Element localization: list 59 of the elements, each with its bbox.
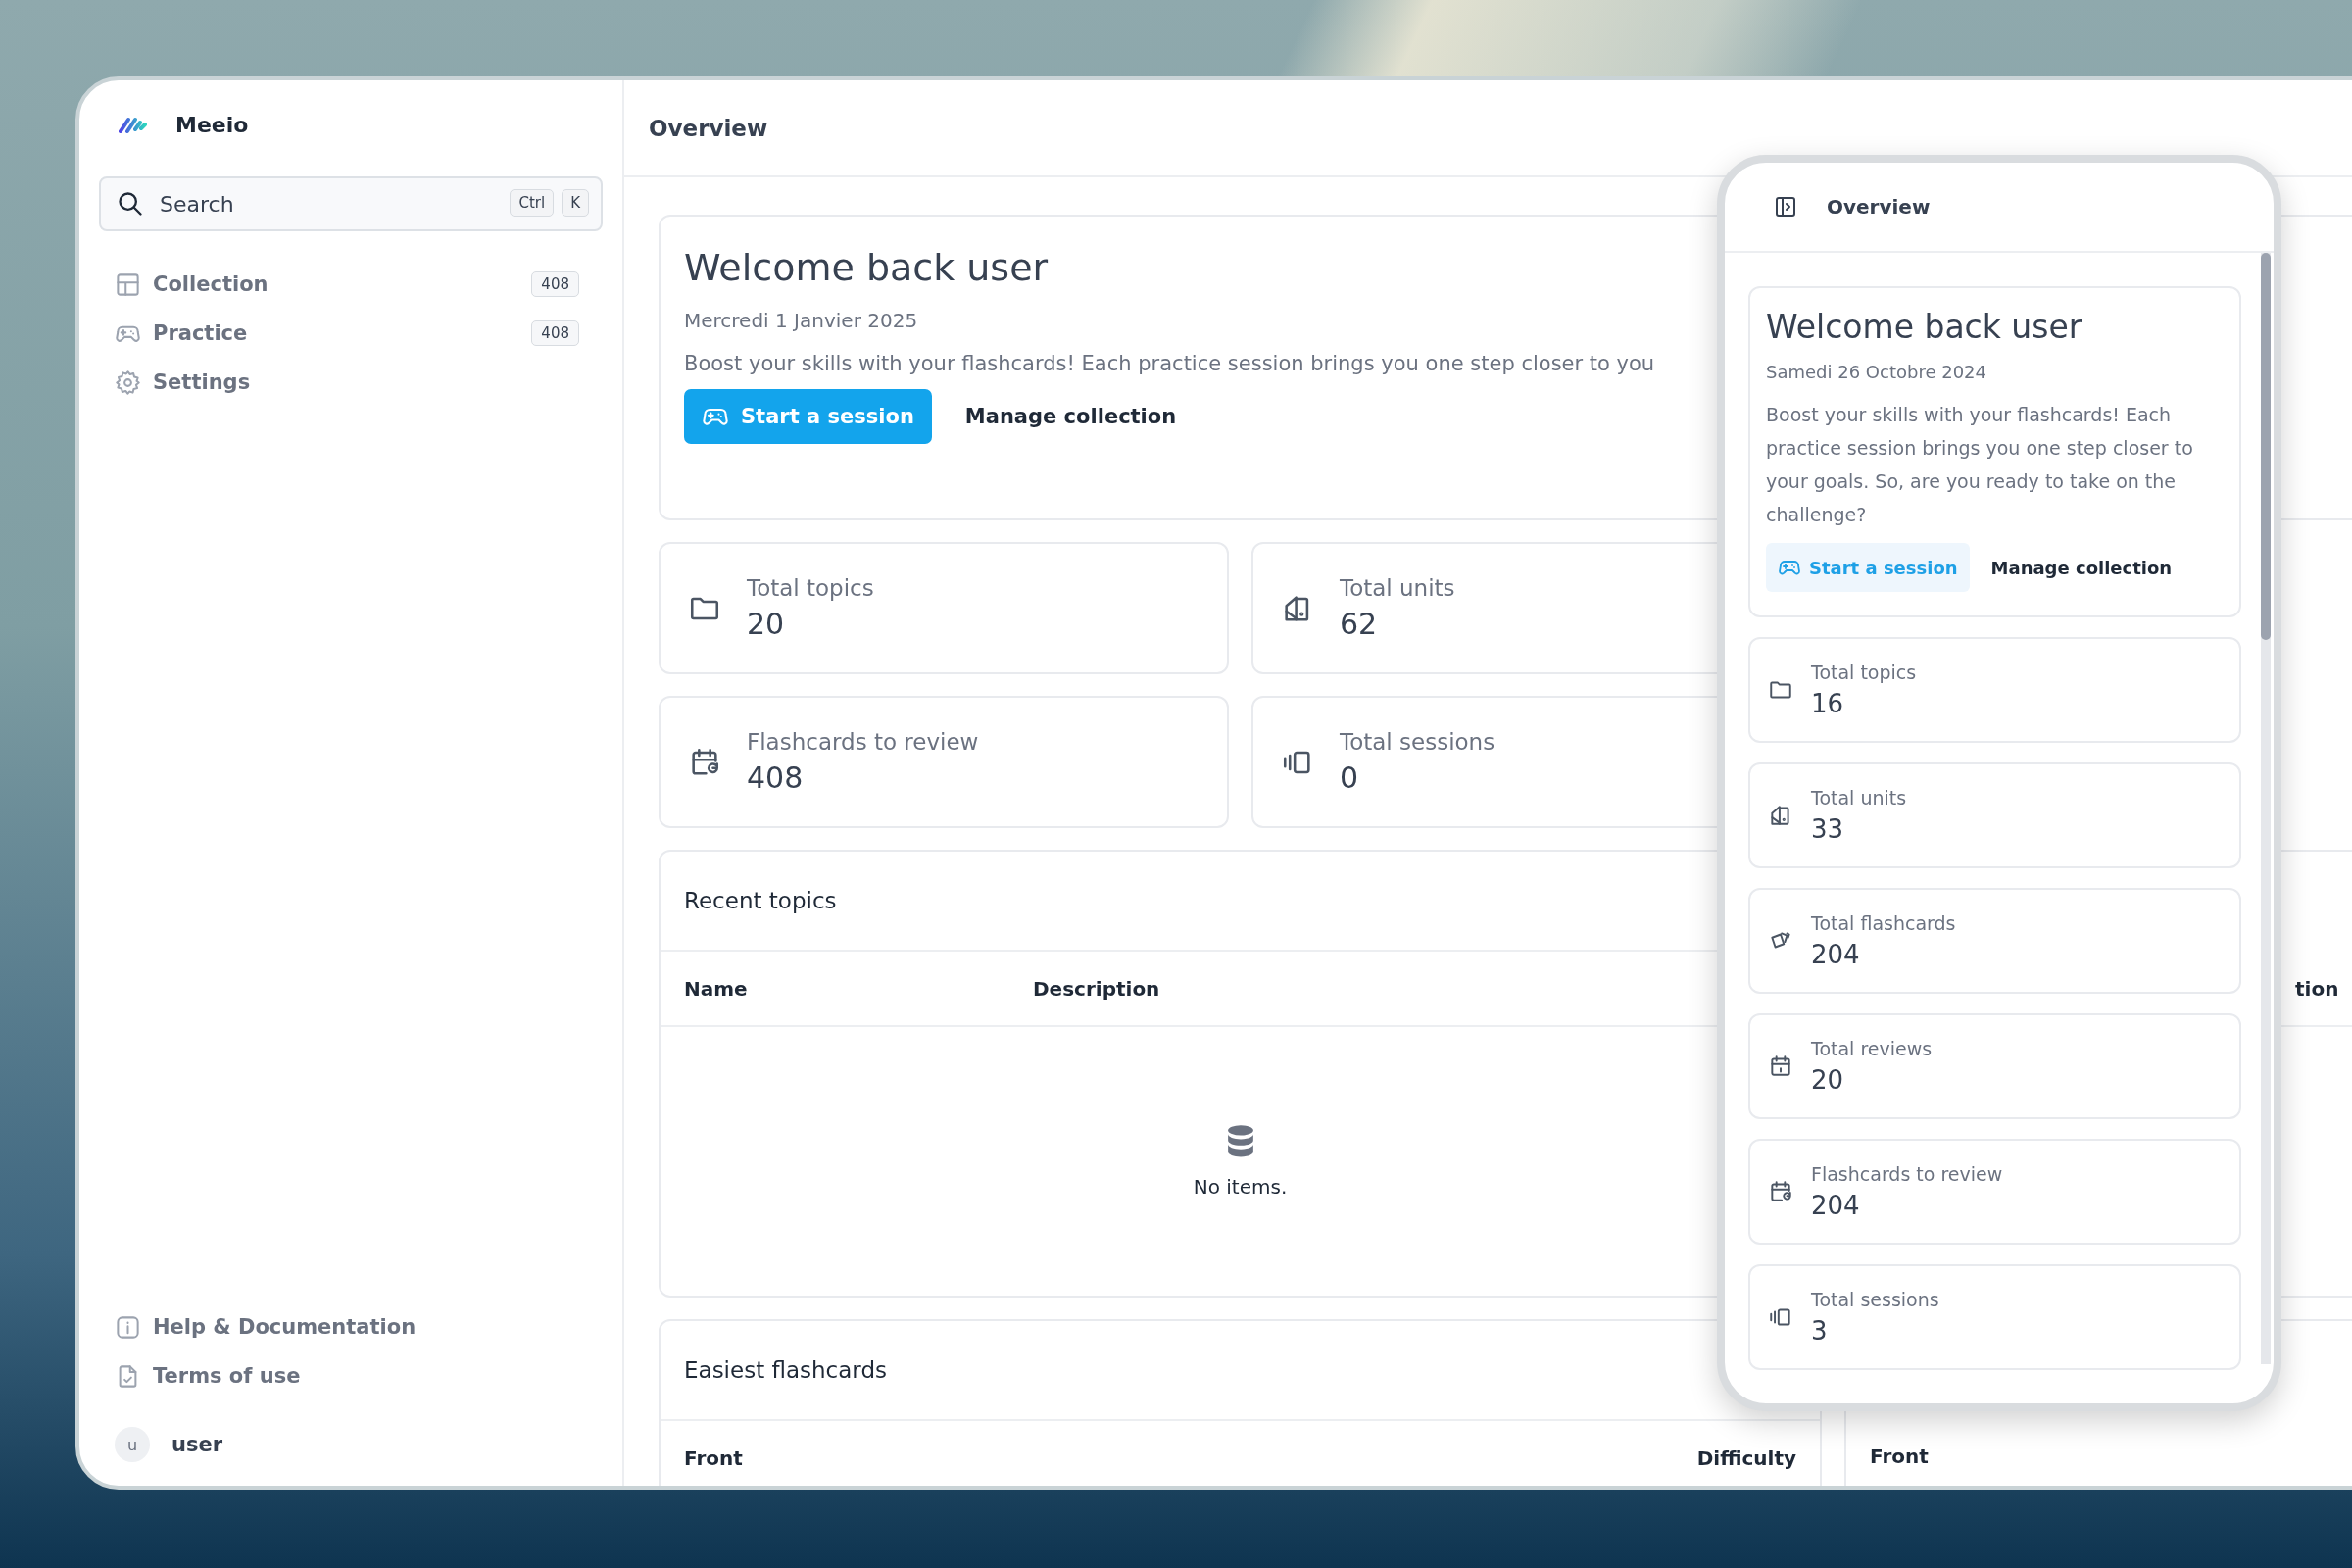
column-header: Name: [684, 976, 749, 1001]
sidebar-toggle-icon[interactable]: [1774, 195, 1797, 219]
info-icon: [115, 1313, 141, 1341]
nav-item[interactable]: Settings: [99, 361, 603, 404]
column-header: Front: [1870, 1444, 1929, 1468]
stat-value: 408: [747, 760, 805, 795]
count-badge: 408: [531, 271, 579, 297]
column-header: Front: [684, 1446, 743, 1470]
stat-value: 33: [1811, 814, 1845, 844]
shortcut-key: Ctrl: [510, 189, 555, 217]
user-name: user: [172, 1433, 223, 1456]
stat-label: Total reviews: [1811, 1038, 1933, 1059]
start-session-button[interactable]: Start a session: [684, 389, 932, 444]
footer-link[interactable]: Terms of use: [99, 1354, 603, 1397]
stat-value: 16: [1811, 689, 1845, 718]
stat-value: 3: [1811, 1316, 1829, 1346]
stat-label: Total units: [1811, 787, 1907, 808]
nav-item[interactable]: Collection 408: [99, 263, 603, 306]
stat-value: 20: [747, 607, 786, 641]
table-icon: [115, 270, 141, 298]
stat-value: 20: [1811, 1065, 1845, 1095]
stat-label: Total units: [1340, 575, 1455, 601]
logo-icon: [119, 115, 148, 134]
settings-icon: [115, 368, 141, 396]
nav-item[interactable]: Practice 408: [99, 312, 603, 355]
start-session-button[interactable]: Start a session: [1766, 543, 1970, 592]
date-text: Mercredi 1 Janvier 2025: [684, 309, 918, 332]
shortcut-key: K: [562, 189, 589, 217]
manage-collection-button[interactable]: Manage collection: [956, 405, 1185, 428]
stat-value: 204: [1811, 1191, 1861, 1220]
calendar-refresh-icon: [1768, 1179, 1793, 1204]
footer-link[interactable]: Help & Documentation: [99, 1305, 603, 1348]
column-header: Difficulty: [1696, 1446, 1796, 1470]
column-header: tion: [2295, 976, 2339, 1001]
app-name: Meeio: [175, 112, 249, 137]
welcome-message: Boost your skills with your flashcards! Each practice session brings you one step closer to your goals. So, are you ready to take on the challenge?: [1766, 403, 2194, 527]
date-text: Samedi 26 Octobre 2024: [1766, 362, 1987, 382]
search-icon: [117, 190, 144, 218]
count-badge: 408: [531, 320, 579, 346]
user-avatar[interactable]: u: [115, 1427, 150, 1462]
stat-label: Total topics: [747, 575, 874, 601]
stat-label: Total sessions: [1340, 729, 1495, 755]
page-title: Overview: [1827, 195, 1931, 219]
column-header: Description: [1033, 976, 1160, 1001]
stat-label: Total topics: [1811, 662, 1917, 683]
stat-label: Flashcards to review: [1811, 1163, 2003, 1185]
welcome-title: Welcome back user: [1766, 308, 2083, 346]
empty-message: No items.: [1193, 1175, 1288, 1199]
page-title: Overview: [649, 115, 768, 141]
welcome-title: Welcome back user: [684, 246, 1049, 289]
stat-label: Flashcards to review: [747, 729, 979, 755]
welcome-message: Boost your skills with your flashcards! Each practice session brings you one step closer to you: [684, 352, 1655, 375]
stat-label: Total flashcards: [1811, 912, 1956, 934]
manage-collection-button[interactable]: Manage collection: [1990, 557, 2173, 578]
calendar-icon: [1768, 1054, 1793, 1079]
stat-label: Total sessions: [1811, 1289, 1939, 1310]
stat-value: 0: [1340, 760, 1360, 795]
stat-value: 204: [1811, 940, 1861, 969]
stat-value: 62: [1340, 607, 1379, 641]
